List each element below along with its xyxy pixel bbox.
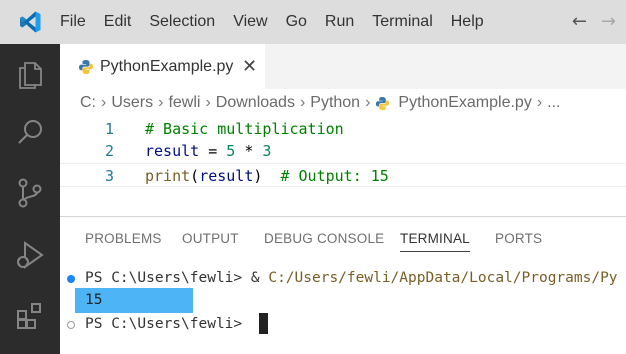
menu-run[interactable]: Run <box>316 0 363 44</box>
terminal-output-highlight: 15 <box>75 288 193 313</box>
terminal-prompt-line: PS C:\Users\fewli> <box>85 312 268 336</box>
terminal-command-path: C:/Users/fewli/AppData/Local/Programs/Py <box>268 270 618 286</box>
terminal-line: PS C:\Users\fewli> & C:/Users/fewli/AppD… <box>60 266 626 290</box>
breadcrumb-item[interactable]: fewli <box>168 94 200 112</box>
breadcrumb-item[interactable]: Users <box>111 94 153 112</box>
navigation-arrows: ← → <box>572 0 616 44</box>
breadcrumb-item[interactable]: Python <box>310 94 360 112</box>
menu-bar: File Edit Selection View Go Run Terminal… <box>60 0 493 44</box>
vscode-logo-icon <box>0 0 60 44</box>
menu-go[interactable]: Go <box>277 0 316 44</box>
source-control-icon[interactable] <box>0 168 60 218</box>
line-code: print(result) # Output: 15 <box>145 167 389 185</box>
tab-output[interactable]: OUTPUT <box>182 217 239 261</box>
terminal-line: PS C:\Users\fewli> <box>60 312 626 336</box>
menu-view[interactable]: View <box>224 0 276 44</box>
code-editor[interactable]: 1 # Basic multiplication 2 result = 5 * … <box>60 117 626 216</box>
command-success-icon[interactable] <box>67 275 75 283</box>
menu-terminal[interactable]: Terminal <box>363 0 441 44</box>
line-code: # Basic multiplication <box>145 120 344 138</box>
code-line: 2 result = 5 * 3 <box>60 139 626 163</box>
menu-help[interactable]: Help <box>442 0 493 44</box>
tab-label: PythonExample.py <box>100 58 234 75</box>
terminal-command-text: PS C:\Users\fewli> & C:/Users/fewli/AppD… <box>85 266 618 290</box>
line-code: result = 5 * 3 <box>145 142 272 160</box>
line-number: 1 <box>104 120 114 138</box>
editor-tab-bar: PythonExample.py ✕ <box>60 44 626 89</box>
chevron-right-icon: › <box>205 94 211 111</box>
terminal-prompt: PS C:\Users\fewli> <box>85 270 251 286</box>
python-file-icon <box>375 96 390 111</box>
terminal-cursor <box>258 312 268 334</box>
menu-selection[interactable]: Selection <box>140 0 224 44</box>
tab-problems[interactable]: PROBLEMS <box>85 217 162 261</box>
code-line-current: 3 print(result) # Output: 15 <box>60 163 626 187</box>
search-icon[interactable] <box>0 107 60 157</box>
forward-arrow-icon[interactable]: → <box>601 0 616 44</box>
breadcrumb-item[interactable]: ... <box>547 94 560 112</box>
breadcrumb: C: › Users › fewli › Downloads › Python … <box>80 89 560 117</box>
breadcrumb-item[interactable]: C: <box>80 94 96 112</box>
explorer-icon[interactable] <box>0 49 60 99</box>
breadcrumb-item[interactable]: PythonExample.py <box>398 94 531 112</box>
run-debug-icon[interactable] <box>0 230 60 280</box>
chevron-right-icon: › <box>365 94 371 111</box>
menu-edit[interactable]: Edit <box>95 0 141 44</box>
tab-debug-console[interactable]: DEBUG CONSOLE <box>264 217 384 261</box>
panel-tab-bar: PROBLEMS OUTPUT DEBUG CONSOLE TERMINAL P… <box>60 217 626 261</box>
chevron-right-icon: › <box>158 94 164 111</box>
chevron-right-icon: › <box>101 94 107 111</box>
title-bar: File Edit Selection View Go Run Terminal… <box>0 0 626 44</box>
tab-ports[interactable]: PORTS <box>495 217 542 261</box>
bottom-panel: PROBLEMS OUTPUT DEBUG CONSOLE TERMINAL P… <box>60 217 626 354</box>
chevron-right-icon: › <box>299 94 306 111</box>
line-number: 2 <box>104 142 114 160</box>
activity-bar <box>0 44 60 354</box>
chevron-right-icon: › <box>536 94 543 111</box>
menu-file[interactable]: File <box>60 0 95 44</box>
command-empty-icon[interactable] <box>67 321 75 329</box>
terminal-command: & <box>250 270 269 286</box>
tab-terminal[interactable]: TERMINAL <box>400 217 470 261</box>
terminal-prompt: PS C:\Users\fewli> <box>85 316 251 332</box>
python-file-icon <box>78 59 94 79</box>
tab-python-example[interactable]: PythonExample.py ✕ <box>60 44 265 89</box>
extensions-icon[interactable] <box>0 291 60 341</box>
back-arrow-icon[interactable]: ← <box>572 0 587 44</box>
line-number: 3 <box>104 167 114 185</box>
code-line: 1 # Basic multiplication <box>60 117 626 141</box>
breadcrumb-item[interactable]: Downloads <box>216 94 295 112</box>
terminal[interactable]: PS C:\Users\fewli> & C:/Users/fewli/AppD… <box>60 261 626 354</box>
terminal-output: 15 <box>85 292 103 308</box>
close-icon[interactable]: ✕ <box>242 44 257 89</box>
